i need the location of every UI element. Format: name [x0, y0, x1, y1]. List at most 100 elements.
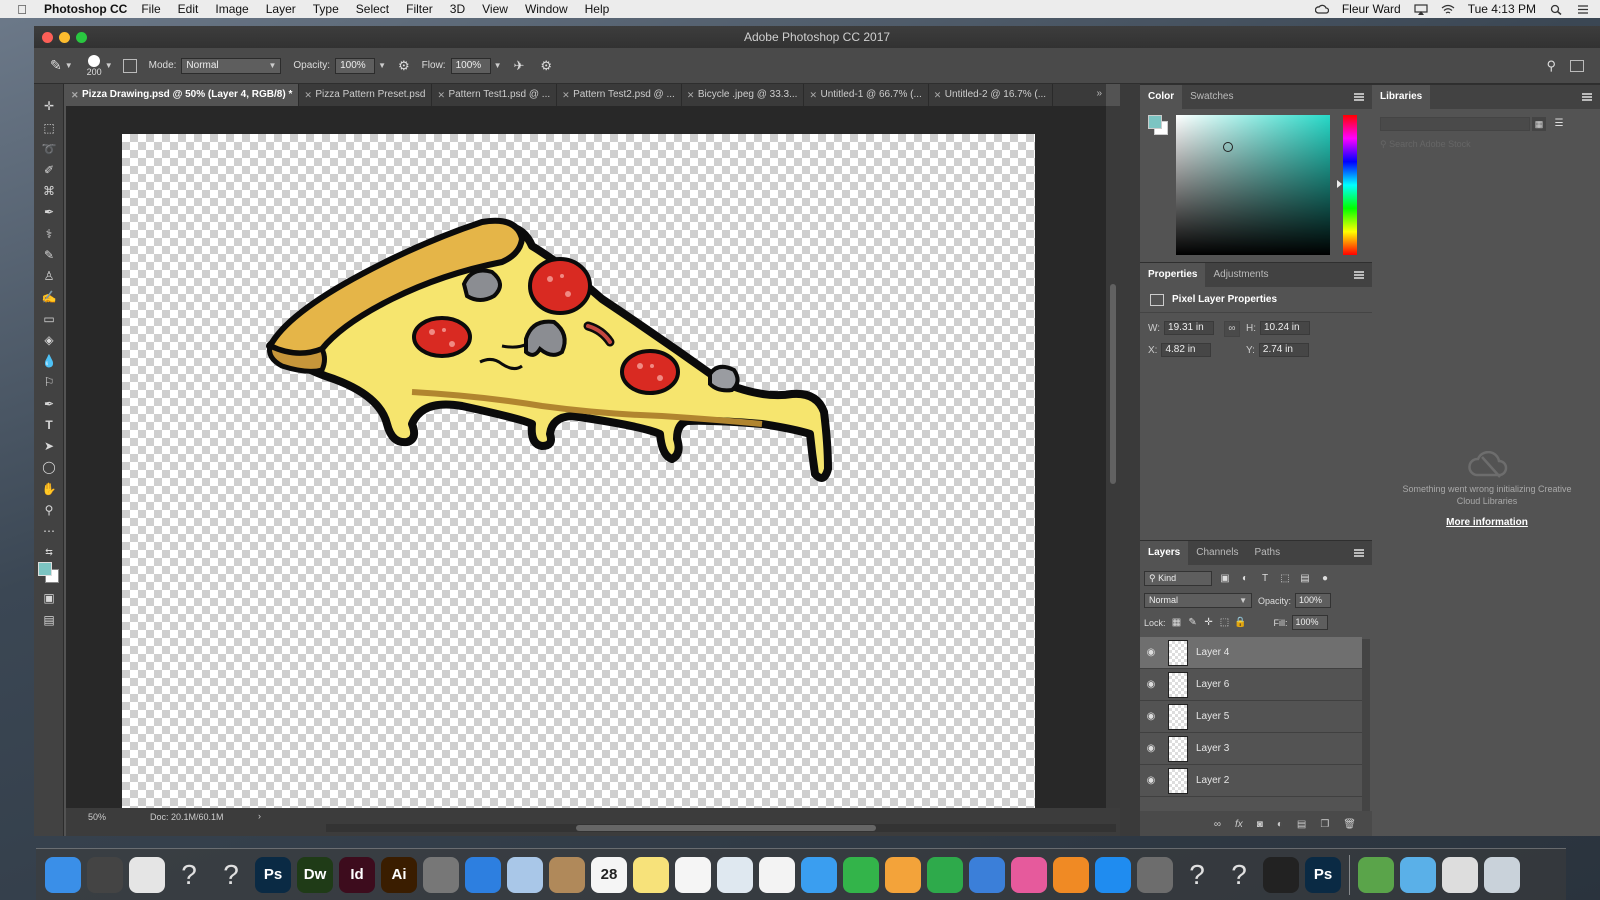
blur-tool-icon[interactable]: 💧 [40, 353, 58, 369]
close-tab-icon[interactable]: ✕ [562, 84, 570, 106]
layer-row[interactable]: ◉ Layer 2 [1140, 765, 1362, 797]
safari-icon[interactable] [465, 856, 501, 893]
layer-row[interactable]: ◉ Layer 6 [1140, 669, 1362, 701]
layer-row[interactable]: ◉ Layer 4 [1140, 637, 1362, 669]
final-cut-icon[interactable] [87, 856, 123, 893]
new-layer-icon[interactable]: ❐ [1320, 819, 1329, 830]
visibility-eye-icon[interactable]: ◉ [1140, 647, 1162, 658]
scroll-thumb[interactable] [576, 825, 876, 831]
spotlight-icon[interactable] [1549, 4, 1563, 15]
workspace-icon[interactable] [1570, 59, 1584, 72]
screen-mode-icon[interactable]: ▤ [40, 612, 58, 628]
quick-selection-tool-icon[interactable]: ✐ [40, 162, 58, 178]
fx-icon[interactable]: fx [1235, 819, 1243, 830]
menu-help[interactable]: Help [585, 2, 610, 16]
layer-row[interactable]: ◉ Layer 3 [1140, 733, 1362, 765]
y-input[interactable]: 2.74 in [1258, 343, 1309, 357]
quick-mask-icon[interactable]: ▣ [40, 590, 58, 606]
chevron-down-icon[interactable]: ▼ [494, 61, 502, 70]
opacity-input[interactable]: 100% [335, 57, 376, 74]
close-tab-icon[interactable]: ✕ [934, 84, 942, 106]
foreground-swatch[interactable] [1148, 115, 1162, 129]
airbrush-icon[interactable]: ✈ [514, 58, 525, 74]
keynote-icon[interactable] [969, 856, 1005, 893]
lock-artboard-icon[interactable]: ⬚ [1218, 616, 1232, 630]
layers-scrollbar[interactable] [1362, 639, 1370, 811]
tab-paths[interactable]: Paths [1247, 541, 1289, 565]
calendar-icon[interactable]: 28 [591, 856, 627, 893]
history-brush-tool-icon[interactable]: ✍ [40, 289, 58, 305]
messages-icon[interactable] [801, 856, 837, 893]
type-tool-icon[interactable]: T [40, 417, 58, 433]
menu-filter[interactable]: Filter [406, 2, 433, 16]
zoom-window-button[interactable] [76, 32, 87, 43]
preview-frog-icon[interactable] [1358, 856, 1394, 893]
document-canvas[interactable] [122, 134, 1035, 808]
pen-tool-icon[interactable]: ✒ [40, 396, 58, 412]
tab-libraries[interactable]: Libraries [1372, 85, 1431, 109]
visibility-eye-icon[interactable]: ◉ [1140, 743, 1162, 754]
fill-input[interactable]: 100% [1291, 615, 1328, 630]
airplay-icon[interactable] [1414, 3, 1428, 15]
saturation-value-field[interactable] [1176, 115, 1330, 255]
hue-slider[interactable] [1343, 115, 1357, 255]
app-store-icon[interactable] [1095, 856, 1131, 893]
pressure-opacity-icon[interactable]: ⚙ [398, 58, 410, 74]
itunes-icon[interactable] [1011, 856, 1047, 893]
illustrator-icon[interactable]: Ai [381, 856, 417, 893]
link-layers-icon[interactable]: ∞ [1214, 819, 1221, 830]
tab-untitled-1[interactable]: ✕ Untitled-1 @ 66.7% (... [804, 84, 929, 106]
eraser-tool-icon[interactable]: ▭ [40, 311, 58, 327]
chrome-icon[interactable] [129, 856, 165, 893]
mode-select[interactable]: Normal ▼ [181, 57, 282, 74]
chevron-down-icon[interactable]: ▼ [105, 61, 113, 70]
filter-adjustment-icon[interactable]: ◐ [1238, 572, 1252, 586]
finder-icon[interactable] [45, 856, 81, 893]
tab-pattern-test1[interactable]: ✕ Pattern Test1.psd @ ... [432, 84, 558, 106]
flow-input[interactable]: 100% [450, 57, 491, 74]
preview-icon[interactable] [717, 856, 753, 893]
close-tab-icon[interactable]: ✕ [687, 84, 695, 106]
zoom-level[interactable]: 50% [88, 812, 106, 822]
brush-tool-icon[interactable]: ✎ [40, 247, 58, 263]
close-tab-icon[interactable]: ✕ [809, 84, 817, 106]
more-tabs-icon[interactable]: » [1096, 88, 1102, 99]
menu-type[interactable]: Type [313, 2, 339, 16]
menu-edit[interactable]: Edit [178, 2, 199, 16]
swap-colors-icon[interactable]: ⇆ [40, 544, 58, 560]
lock-all-icon[interactable]: 🔒 [1234, 616, 1248, 630]
height-input[interactable]: 10.24 in [1260, 321, 1310, 335]
menu-window[interactable]: Window [525, 2, 568, 16]
photoshop-icon[interactable]: Ps [255, 856, 291, 893]
layer-opacity-input[interactable]: 100% [1295, 593, 1332, 608]
reminders-icon[interactable] [675, 856, 711, 893]
lasso-tool-icon[interactable]: ➰ [40, 141, 58, 157]
stock-search-input[interactable]: ⚲ Search Adobe Stock [1380, 139, 1570, 153]
eyedropper-tool-icon[interactable]: ✒ [40, 204, 58, 220]
photoshop-icon[interactable]: Ps [1305, 856, 1341, 893]
numbers-icon[interactable] [927, 856, 963, 893]
layer-filter-select[interactable]: ⚲ Kind [1144, 571, 1212, 586]
menu-view[interactable]: View [482, 2, 508, 16]
visibility-eye-icon[interactable]: ◉ [1140, 775, 1162, 786]
trash-icon[interactable] [1484, 856, 1520, 893]
new-group-icon[interactable]: ▤ [1297, 819, 1306, 830]
tab-properties[interactable]: Properties [1140, 263, 1206, 287]
tab-color[interactable]: Color [1140, 85, 1183, 109]
user-name[interactable]: Fleur Ward [1342, 2, 1401, 16]
pressure-size-icon[interactable]: ⚙ [540, 58, 552, 74]
close-tab-icon[interactable]: ✕ [437, 84, 445, 106]
menu-file[interactable]: File [141, 2, 160, 16]
grid-view-icon[interactable]: ▦ [1532, 117, 1546, 131]
menu-image[interactable]: Image [215, 2, 248, 16]
tab-pizza-pattern-preset[interactable]: ✕ Pizza Pattern Preset.psd [299, 84, 433, 106]
filter-pixel-icon[interactable]: ▣ [1218, 572, 1232, 586]
visibility-eye-icon[interactable]: ◉ [1140, 679, 1162, 690]
dreamweaver-icon[interactable]: Dw [297, 856, 333, 893]
more-tools-icon[interactable]: ⋯ [40, 523, 58, 539]
layer-row[interactable]: ◉ Layer 5 [1140, 701, 1362, 733]
lock-image-icon[interactable]: ✎ [1186, 616, 1200, 630]
foreground-color-swatch[interactable] [38, 562, 52, 576]
panel-menu-icon[interactable] [1354, 93, 1364, 101]
wifi-icon[interactable] [1441, 4, 1455, 15]
